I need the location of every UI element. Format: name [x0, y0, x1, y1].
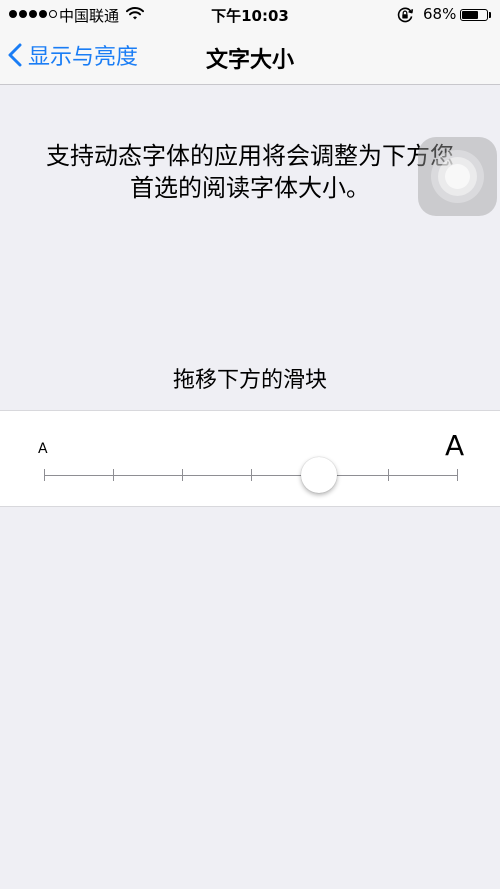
battery-level-fill — [462, 11, 479, 19]
rotation-lock-icon — [396, 6, 414, 28]
slider-tick — [388, 469, 389, 481]
drag-hint-label: 拖移下方的滑块 — [172, 368, 327, 393]
battery-tip — [489, 12, 491, 18]
large-font-label: A — [445, 429, 465, 462]
assistive-touch-inner-ring — [445, 164, 470, 189]
small-font-label: A — [38, 441, 48, 457]
slider-tick — [182, 469, 183, 481]
battery-icon — [460, 9, 488, 21]
navigation-bar: 显示与亮度 文字大小 — [0, 30, 500, 85]
slider-tick — [251, 469, 252, 481]
status-bar: 中国联通 下午10:03 68% — [0, 0, 500, 30]
slider-tick — [457, 469, 458, 481]
description-text: 支持动态字体的应用将会调整为下方您 首选的阅读字体大小。 — [20, 140, 480, 204]
assistive-touch-middle-ring — [438, 157, 477, 196]
assistive-touch-outer-ring — [431, 150, 484, 203]
page-title: 文字大小 — [205, 48, 294, 73]
slider-thumb[interactable] — [301, 457, 337, 493]
font-size-slider-panel: A A — [0, 410, 500, 507]
battery-percentage: 68% — [423, 5, 457, 23]
description-line: 支持动态字体的应用将会调整为下方您 — [46, 142, 454, 170]
assistive-touch-button[interactable] — [418, 137, 497, 216]
slider-tick — [44, 469, 45, 481]
description-line: 首选的阅读字体大小。 — [130, 174, 370, 202]
slider-tick — [113, 469, 114, 481]
